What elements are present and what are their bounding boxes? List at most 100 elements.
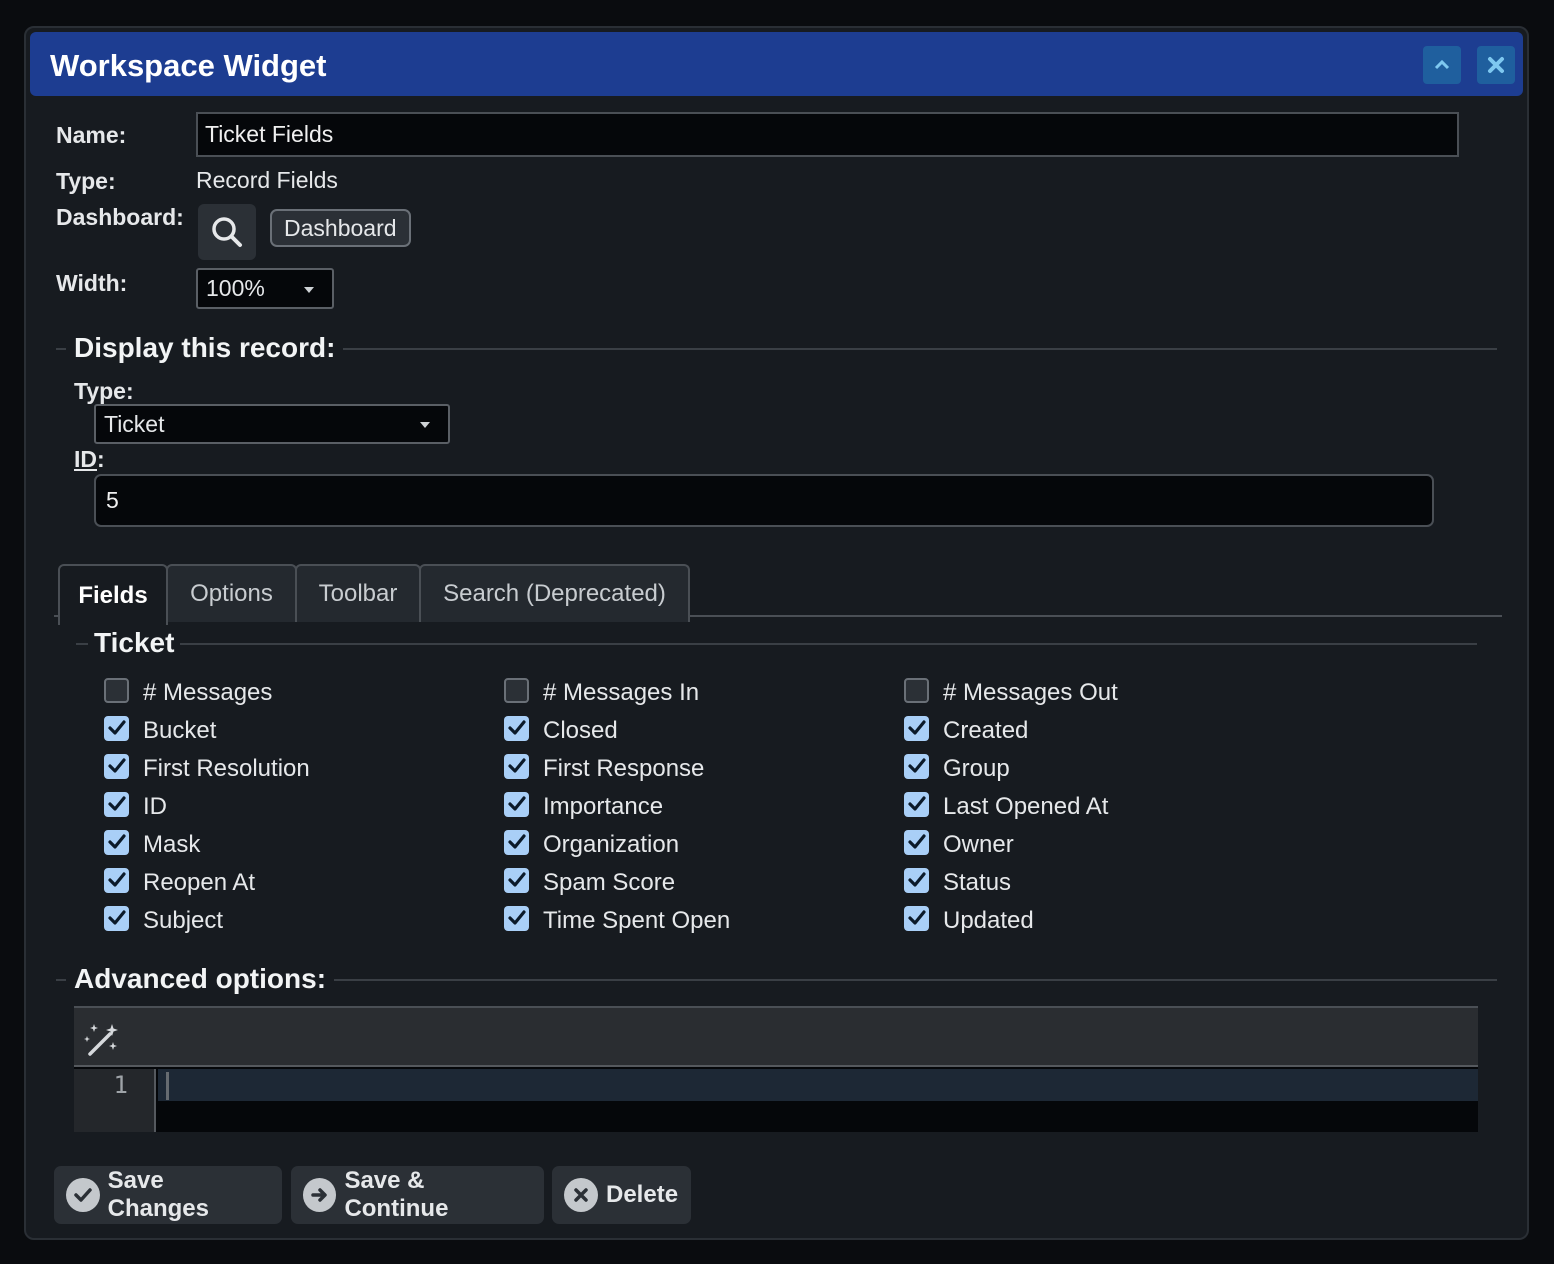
line-number: 1	[113, 1071, 128, 1099]
field-checkbox-label: # Messages	[143, 679, 273, 706]
field-checkbox-item[interactable]: Mask	[104, 829, 201, 860]
checkbox-checked[interactable]	[904, 753, 929, 779]
checkbox-checked[interactable]	[104, 829, 129, 855]
field-checkbox-label: Last Opened At	[943, 793, 1109, 820]
field-checkbox-label: # Messages Out	[943, 679, 1118, 706]
name-input[interactable]: Ticket Fields	[196, 112, 1459, 157]
checkbox-checked[interactable]	[104, 791, 129, 817]
delete-button[interactable]: Delete	[552, 1166, 691, 1224]
field-checkbox-item[interactable]: Reopen At	[104, 867, 255, 898]
field-checkbox-label: First Response	[543, 755, 705, 782]
field-checkbox-label: Mask	[143, 831, 201, 858]
field-checkbox-item[interactable]: # Messages Out	[904, 677, 1118, 708]
checkbox-checked[interactable]	[504, 867, 529, 893]
checkbox-checked[interactable]	[504, 715, 529, 741]
checkbox-checked[interactable]	[904, 829, 929, 855]
field-checkbox-item[interactable]: # Messages In	[504, 677, 700, 708]
field-checkbox-item[interactable]: Group	[904, 753, 1010, 784]
tab-search-deprecated[interactable]: Search (Deprecated)	[419, 564, 690, 622]
checkbox-checked[interactable]	[504, 791, 529, 817]
checkbox-checked[interactable]	[104, 867, 129, 893]
field-checkbox-item[interactable]: # Messages	[104, 677, 273, 708]
field-checkbox-item[interactable]: Spam Score	[504, 867, 676, 898]
field-checkbox-item[interactable]: First Response	[504, 753, 705, 784]
field-checkbox-item[interactable]: Time Spent Open	[504, 905, 731, 936]
dialog-titlebar[interactable]: Workspace Widget	[30, 32, 1523, 96]
record-id-label: ID:	[74, 446, 105, 473]
checkbox-checked[interactable]	[904, 905, 929, 931]
field-checkbox-label: Time Spent Open	[543, 907, 731, 934]
field-checkbox-item[interactable]: Organization	[504, 829, 680, 860]
tab-fields[interactable]: Fields	[58, 564, 168, 625]
tab-options[interactable]: Options	[166, 564, 297, 622]
field-checkbox-item[interactable]: Status	[904, 867, 1012, 898]
checkbox-checked[interactable]	[904, 791, 929, 817]
checkbox-checked[interactable]	[104, 753, 129, 779]
dashboard-chip[interactable]: Dashboard	[270, 209, 411, 247]
field-checkbox-item[interactable]: Created	[904, 715, 1028, 746]
record-type-label: Type:	[74, 378, 134, 404]
checkbox-checked[interactable]	[504, 753, 529, 779]
editor-active-line[interactable]	[158, 1069, 1478, 1101]
save-continue-label: Save & Continue	[344, 1167, 449, 1222]
checkbox-unchecked[interactable]	[504, 677, 529, 703]
checkbox-unchecked[interactable]	[104, 677, 129, 703]
checkbox-checked[interactable]	[504, 829, 529, 855]
close-icon[interactable]	[1477, 46, 1515, 84]
field-checkbox-label: Importance	[543, 793, 664, 820]
save-changes-button[interactable]: Save Changes	[54, 1166, 282, 1224]
field-checkbox-item[interactable]: Updated	[904, 905, 1034, 936]
search-icon[interactable]	[198, 204, 256, 260]
width-select[interactable]: 100%	[196, 268, 334, 309]
tab-toolbar[interactable]: Toolbar	[295, 564, 421, 622]
dialog-title: Workspace Widget	[50, 48, 327, 83]
field-checkbox-item[interactable]: Owner	[904, 829, 1014, 860]
field-checkbox-item[interactable]: Subject	[104, 905, 224, 936]
checkbox-checked[interactable]	[504, 905, 529, 931]
type-label: Type:	[56, 168, 116, 194]
display-record-legend: Display this record:	[66, 332, 344, 364]
code-editor[interactable]: 1	[74, 1006, 1478, 1132]
field-checkbox-label: First Resolution	[143, 755, 310, 782]
ticket-legend: Ticket	[88, 627, 181, 659]
editor-gutter: 1	[74, 1069, 156, 1132]
delete-label: Delete	[606, 1181, 679, 1208]
checkbox-checked[interactable]	[104, 905, 129, 931]
chevron-down-icon	[420, 422, 430, 428]
save-continue-button[interactable]: Save & Continue	[291, 1166, 544, 1224]
field-checkbox-label: Bucket	[143, 717, 217, 744]
editor-cursor	[166, 1072, 169, 1100]
field-checkbox-item[interactable]: Bucket	[104, 715, 217, 746]
chevron-up-icon[interactable]	[1423, 46, 1461, 84]
editor-toolbar	[74, 1008, 1478, 1067]
record-id-input[interactable]: 5	[94, 474, 1434, 527]
record-id-label-colon: :	[97, 446, 105, 472]
arrow-right-circle-icon	[303, 1178, 337, 1212]
field-checkbox-label: Spam Score	[543, 869, 676, 896]
check-circle-icon	[66, 1178, 100, 1212]
checkbox-checked[interactable]	[104, 715, 129, 741]
chevron-down-icon	[304, 286, 314, 293]
record-type-select[interactable]: Ticket	[94, 404, 450, 444]
field-checkbox-item[interactable]: ID	[104, 791, 167, 822]
checkbox-checked[interactable]	[904, 715, 929, 741]
record-id-label-text: ID	[74, 446, 97, 472]
field-checkbox-item[interactable]: Last Opened At	[904, 791, 1109, 822]
field-checkbox-label: # Messages In	[543, 679, 700, 706]
field-checkbox-label: Status	[943, 869, 1012, 896]
width-label: Width:	[56, 270, 128, 296]
workspace-widget-dialog: Workspace Widget Name: Ticket Fields Typ…	[24, 26, 1529, 1240]
close-circle-icon	[564, 1178, 598, 1212]
checkbox-checked[interactable]	[904, 867, 929, 893]
field-checkbox-label: Closed	[543, 717, 618, 744]
field-checkbox-item[interactable]: Closed	[504, 715, 618, 746]
field-checkbox-item[interactable]: Importance	[504, 791, 664, 822]
field-checkbox-label: Organization	[543, 831, 680, 858]
save-changes-label: Save Changes	[107, 1167, 209, 1222]
field-checkbox-label: Group	[943, 755, 1010, 782]
field-checkbox-label: ID	[143, 793, 167, 820]
field-checkbox-label: Subject	[143, 907, 224, 934]
checkbox-unchecked[interactable]	[904, 677, 929, 703]
magic-wand-icon[interactable]	[84, 1022, 120, 1063]
field-checkbox-item[interactable]: First Resolution	[104, 753, 310, 784]
